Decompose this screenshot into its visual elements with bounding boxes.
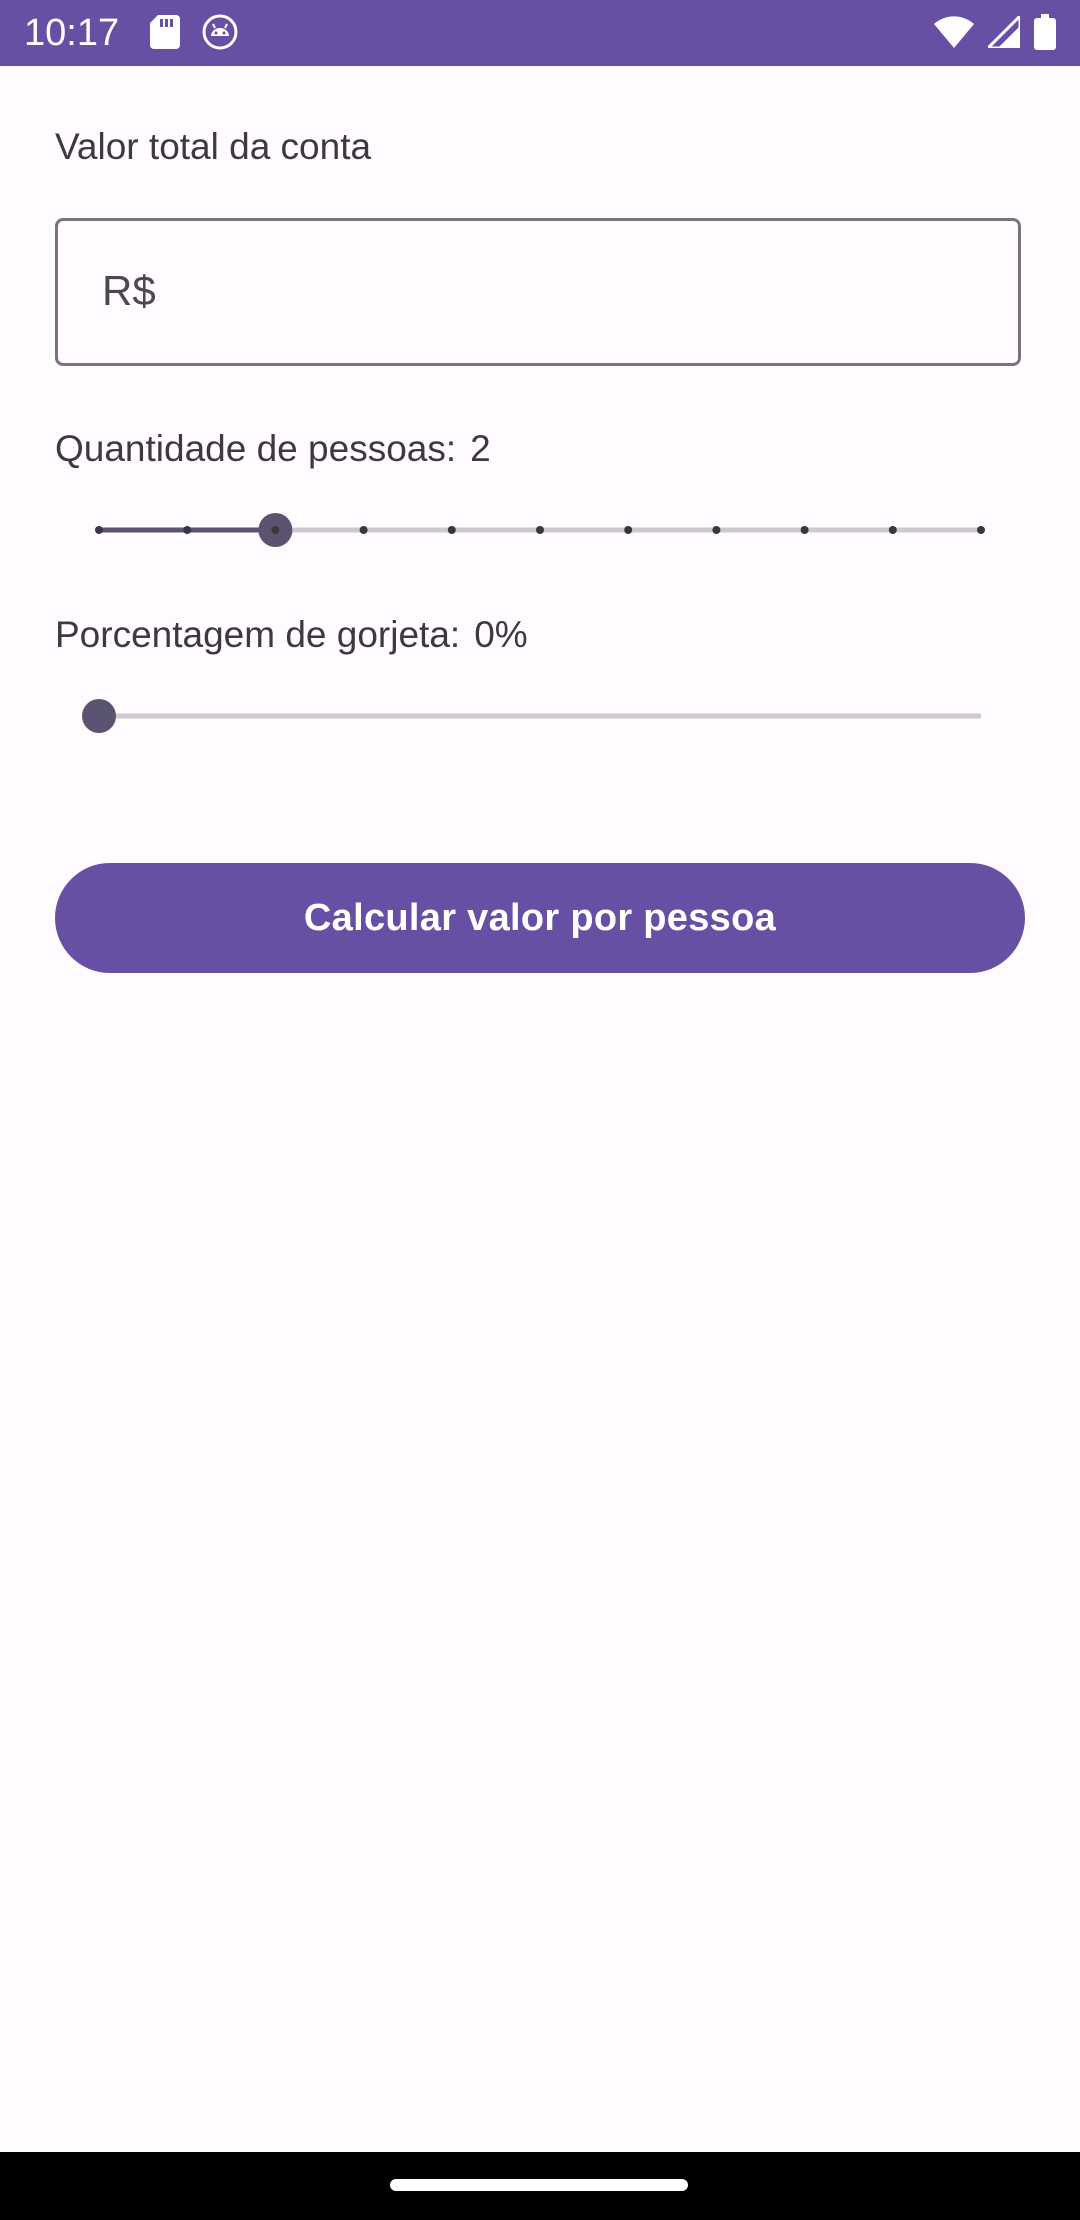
people-row: Quantidade de pessoas: 2 [55, 428, 491, 470]
people-label: Quantidade de pessoas: [55, 428, 457, 469]
bill-amount-input[interactable]: R$ [55, 218, 1021, 366]
people-slider-tick [183, 526, 192, 534]
people-value: 2 [470, 428, 491, 469]
people-slider-tick [536, 526, 544, 534]
status-bar: 10:17 [0, 0, 1080, 66]
tip-label: Porcentagem de gorjeta: [55, 614, 461, 655]
people-slider-thumb-center [271, 526, 280, 534]
wifi-icon [934, 16, 974, 53]
people-slider-tick [888, 526, 897, 534]
tip-slider[interactable] [55, 686, 1025, 746]
people-slider-tick [977, 526, 985, 534]
currency-prefix: R$ [102, 267, 156, 314]
people-slider-tick [800, 526, 809, 534]
signal-icon [984, 12, 1022, 53]
tip-row: Porcentagem de gorjeta: 0% [55, 614, 528, 656]
people-slider-tick [95, 526, 103, 534]
people-slider-tick [447, 526, 456, 534]
android-robot-icon [202, 14, 238, 55]
bill-label: Valor total da conta [55, 126, 372, 167]
people-slider-tick [712, 526, 721, 534]
people-slider-tick [624, 526, 633, 534]
tip-slider-thumb[interactable] [82, 699, 116, 733]
people-slider[interactable] [55, 500, 1025, 560]
navigation-bar [0, 2152, 1080, 2220]
people-slider-tick [359, 526, 368, 534]
sd-card-icon [150, 15, 180, 54]
home-gesture-handle[interactable] [390, 2179, 688, 2191]
tip-value: 0% [474, 614, 528, 655]
status-time: 10:17 [24, 12, 120, 54]
calculate-button[interactable]: Calcular valor por pessoa [55, 863, 1025, 973]
battery-icon [1034, 14, 1056, 55]
